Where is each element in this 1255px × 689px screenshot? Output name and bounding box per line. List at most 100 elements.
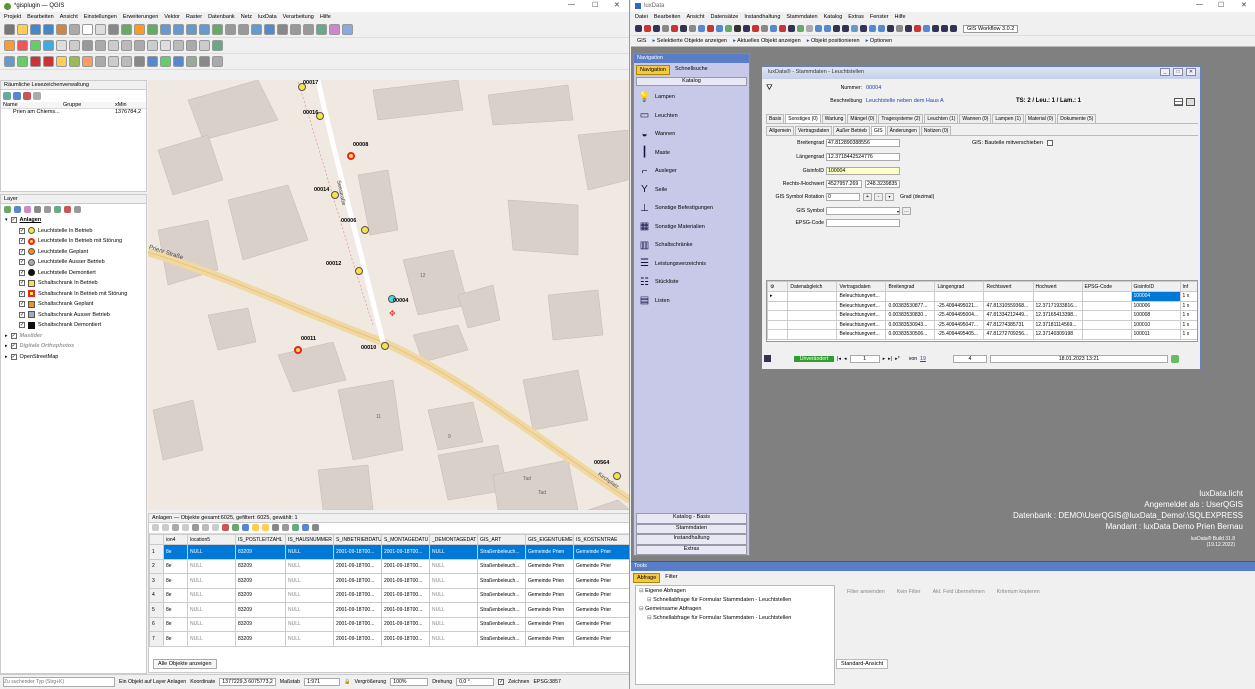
- row-number[interactable]: 2: [149, 558, 164, 574]
- tab-filter[interactable]: Filter: [662, 573, 680, 583]
- layer-row[interactable]: ✓ Schaltschrank Ausser Betrieb: [5, 310, 146, 321]
- lux-toolbar-icon[interactable]: [914, 25, 921, 32]
- rotation-minus-button[interactable]: -: [874, 193, 883, 201]
- hochwert-field[interactable]: 248.3239835: [865, 180, 900, 188]
- form-grid-cell[interactable]: 12.37181114569...: [1032, 319, 1083, 330]
- table-cell[interactable]: Gemeinde Prier: [573, 631, 629, 647]
- toolbar-tool-icon[interactable]: [43, 56, 54, 67]
- table-cell[interactable]: Gemeinde Prier: [573, 558, 629, 574]
- lux-toolbar-icon[interactable]: [680, 25, 687, 32]
- form-grid-cell[interactable]: [1081, 291, 1132, 302]
- toolbar-tool-icon[interactable]: [134, 40, 145, 51]
- layer-row[interactable]: ✓ Leuchtstelle In Betrieb: [5, 226, 146, 237]
- form-grid-cell[interactable]: [1032, 291, 1083, 302]
- table-cell[interactable]: NULL: [285, 558, 334, 574]
- layer-row[interactable]: ✓ Leuchtstelle Geplant: [5, 247, 146, 258]
- corner-cell[interactable]: [149, 534, 164, 545]
- table-row[interactable]: 3 8e NULL 83209 NULL 2001-09-18T00... 2001-09-…: [149, 573, 629, 589]
- form-grid-cell[interactable]: 0.00383530877...: [885, 300, 936, 311]
- lux-toolbar-icon[interactable]: [842, 25, 849, 32]
- form-grid-cell[interactable]: [787, 291, 838, 302]
- table-cell[interactable]: NULL: [429, 616, 478, 632]
- layer-visibility-checkbox[interactable]: ✓: [19, 280, 25, 287]
- query-action-button[interactable]: Akt. Feld übernehmen: [933, 589, 985, 595]
- expand-icon[interactable]: ▸: [5, 341, 8, 352]
- nav-item[interactable]: ⌐ Ausleger: [634, 162, 749, 181]
- layer-visibility-checkbox[interactable]: ✓: [10, 332, 17, 339]
- attribute-column-header[interactable]: S_INBETRIEBDATU: [333, 534, 382, 545]
- row-number[interactable]: 5: [149, 602, 164, 618]
- form-grid-cell[interactable]: 100008: [1130, 310, 1181, 321]
- expand-icon[interactable]: ▾: [5, 215, 8, 226]
- layer-visibility-checkbox[interactable]: ✓: [19, 301, 25, 308]
- toolbar-tool-icon[interactable]: [199, 40, 210, 51]
- layer-visibility-checkbox[interactable]: ✓: [19, 227, 25, 234]
- gis-bar-button[interactable]: ▸ Optionen: [866, 38, 893, 44]
- toolbar-tool-icon[interactable]: [121, 40, 132, 51]
- toolbar-tool-icon[interactable]: [134, 56, 145, 67]
- form-grid-cell[interactable]: 0.00383530506...: [885, 329, 936, 340]
- nav-item[interactable]: ⊥ Sonstige Befestigungen: [634, 199, 749, 218]
- form-subtab[interactable]: Notizen (0): [920, 126, 952, 135]
- lux-menu-item[interactable]: Hilfe: [895, 14, 906, 20]
- table-cell[interactable]: 2001-09-18T00...: [333, 587, 382, 603]
- lux-toolbar-icon[interactable]: [815, 25, 822, 32]
- form-grid-cell[interactable]: [787, 300, 838, 311]
- toolbar-tool-icon[interactable]: [69, 24, 80, 35]
- menu-item[interactable]: Projekt: [4, 14, 21, 20]
- lux-toolbar-icon[interactable]: [833, 25, 840, 32]
- form-tab[interactable]: Leuchten (1): [924, 114, 959, 123]
- gis-bar-button[interactable]: GIS: [637, 38, 646, 44]
- row-number[interactable]: 6: [149, 616, 164, 632]
- table-cell[interactable]: NULL: [187, 573, 236, 589]
- attribute-tool-icon[interactable]: [292, 524, 299, 531]
- toolbar-tool-icon[interactable]: [69, 40, 80, 51]
- attribute-column-header[interactable]: location5: [187, 534, 236, 545]
- lux-toolbar-icon[interactable]: [887, 25, 894, 32]
- row-number[interactable]: 7: [149, 631, 164, 647]
- lux-toolbar-icon[interactable]: [662, 25, 669, 32]
- menu-item[interactable]: Einstellungen: [84, 14, 117, 20]
- gis-symbol-browse-button[interactable]: …: [902, 207, 911, 215]
- nav-item[interactable]: ◒ Wannen: [634, 125, 749, 144]
- lux-menu-item[interactable]: Instandhaltung: [744, 14, 780, 20]
- toolbar-tool-icon[interactable]: [186, 40, 197, 51]
- table-cell[interactable]: Straßenbeleuch...: [477, 587, 526, 603]
- table-row[interactable]: 2 8e NULL 83209 NULL 2001-09-18T00... 2001-09-…: [149, 558, 629, 574]
- lux-toolbar-icon[interactable]: [896, 25, 903, 32]
- lux-toolbar-icon[interactable]: [671, 25, 678, 32]
- layer-row[interactable]: ▾ ✓ Anlagen: [5, 215, 146, 226]
- toolbar-tool-icon[interactable]: [56, 24, 67, 35]
- render-checkbox[interactable]: ✓: [498, 679, 505, 685]
- lux-toolbar-icon[interactable]: [824, 25, 831, 32]
- maximize-button[interactable]: ☐: [592, 1, 598, 9]
- attribute-tool-icon[interactable]: [252, 524, 259, 531]
- remove-bookmark-icon[interactable]: [23, 92, 31, 100]
- toolbar-tool-icon[interactable]: [251, 24, 262, 35]
- toolbar-tool-icon[interactable]: [147, 56, 158, 67]
- form-grid-column[interactable]: GisinfoID: [1130, 281, 1181, 292]
- epsg-field[interactable]: [826, 219, 900, 227]
- table-cell[interactable]: Straßenbeleuch...: [477, 544, 526, 560]
- form-grid-cell[interactable]: [1081, 329, 1132, 340]
- lux-toolbar-icon[interactable]: [797, 25, 804, 32]
- gis-symbol-select[interactable]: ▾: [826, 207, 900, 215]
- table-cell[interactable]: NULL: [187, 631, 236, 647]
- lux-toolbar-icon[interactable]: [869, 25, 876, 32]
- table-cell[interactable]: NULL: [429, 544, 478, 560]
- table-cell[interactable]: 83209: [235, 558, 286, 574]
- table-cell[interactable]: Gemeinde Prien: [525, 587, 574, 603]
- new-record-button[interactable]: ▸*: [895, 356, 900, 362]
- nav-item[interactable]: ▥ Schaltschränke: [634, 236, 749, 255]
- lux-toolbar-icon[interactable]: [779, 25, 786, 32]
- form-tab[interactable]: Basis: [766, 114, 785, 123]
- lux-toolbar-icon[interactable]: [878, 25, 885, 32]
- streetlight-marker[interactable]: [355, 267, 363, 275]
- lux-toolbar-icon[interactable]: [860, 25, 867, 32]
- toolbar-tool-icon[interactable]: [212, 56, 223, 67]
- table-cell[interactable]: NULL: [285, 602, 334, 618]
- table-cell[interactable]: 2001-09-18T00...: [333, 573, 382, 589]
- lux-menu-item[interactable]: Bearbeiten: [654, 14, 681, 20]
- toolbar-tool-icon[interactable]: [160, 40, 171, 51]
- gis-bar-button[interactable]: ▸ Aktuelles Objekt anzeigen: [733, 38, 801, 44]
